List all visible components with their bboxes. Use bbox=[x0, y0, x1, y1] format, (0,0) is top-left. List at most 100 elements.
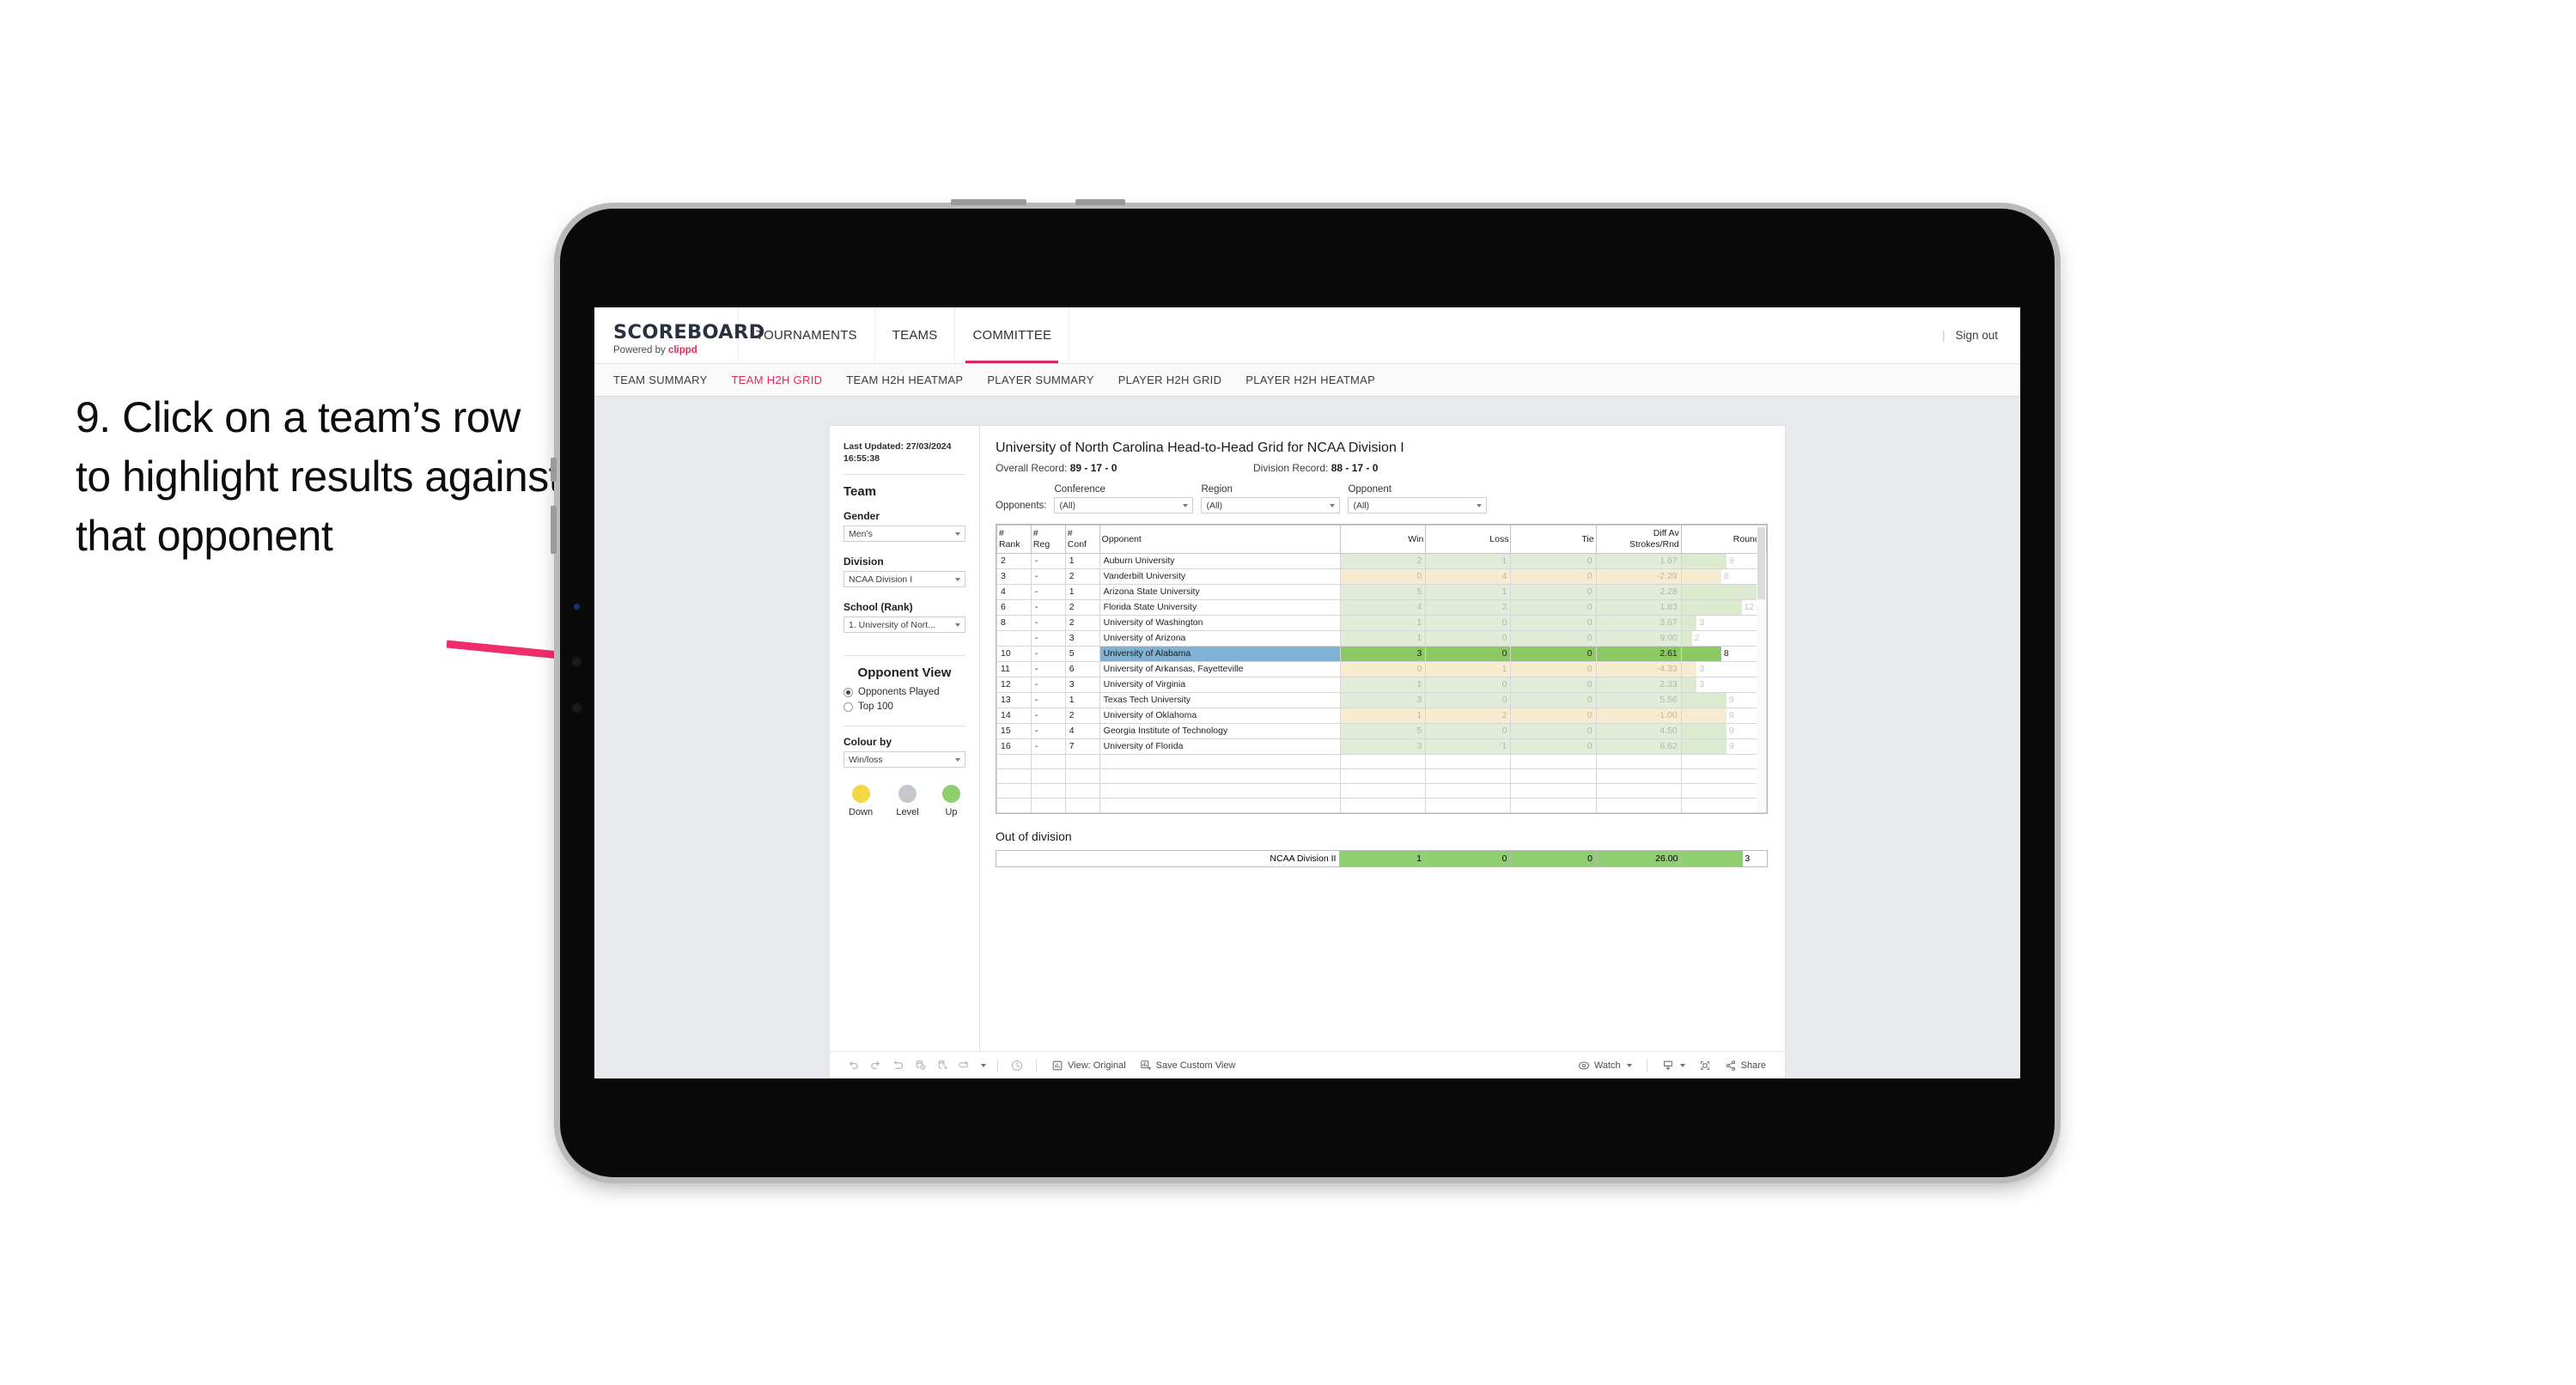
overall-record-value: 89 - 17 - 0 bbox=[1069, 462, 1117, 474]
table-filler-row bbox=[996, 754, 1768, 770]
table-row[interactable]: 2-1 Auburn University 2 1 0 1.67 9 bbox=[996, 553, 1768, 570]
school-select[interactable]: 1. University of Nort... bbox=[843, 617, 965, 634]
rounds-value: 3 bbox=[1699, 679, 1705, 690]
revert-icon[interactable] bbox=[886, 1056, 909, 1075]
rounds-bar bbox=[1682, 708, 1726, 723]
sign-out-link[interactable]: Sign out bbox=[1955, 329, 1998, 342]
cell-conf: 2 bbox=[1064, 615, 1100, 632]
table-row[interactable]: 15-4 Georgia Institute of Technology 5 0 0 4.… bbox=[996, 723, 1768, 740]
rounds-value: 12 bbox=[1744, 602, 1755, 613]
rounds-value: 8 bbox=[1723, 648, 1729, 659]
tab-team-summary[interactable]: TEAM SUMMARY bbox=[613, 374, 708, 386]
cell-rounds: 8 bbox=[1680, 646, 1768, 663]
table-row[interactable]: NCAA Division II 1 0 0 26.00 3 bbox=[995, 850, 1768, 868]
table-vertical-scrollbar[interactable] bbox=[1757, 525, 1766, 813]
secondary-nav: TEAM SUMMARY TEAM H2H GRID TEAM H2H HEAT… bbox=[594, 364, 2020, 397]
tablet-indicator-led bbox=[574, 604, 580, 610]
cell-loss: 0 bbox=[1425, 677, 1512, 694]
toolbar-dropdown-caret[interactable] bbox=[976, 1056, 990, 1075]
tab-player-summary[interactable]: PLAYER SUMMARY bbox=[987, 374, 1093, 386]
viz-body: Last Updated: 27/03/2024 16:55:38 Team G… bbox=[830, 426, 1785, 1051]
brand-logo[interactable]: SCOREBOARD Powered by clippd bbox=[594, 307, 764, 363]
cell-opponent: Georgia Institute of Technology bbox=[1099, 723, 1342, 740]
cell-empty bbox=[996, 754, 1032, 770]
radio-opponents-played[interactable]: Opponents Played bbox=[843, 687, 965, 697]
gender-select[interactable]: Men’s bbox=[843, 525, 965, 543]
table-row[interactable]: 6-2 Florida State University 4 2 0 1.83 12 bbox=[996, 599, 1768, 617]
table-row[interactable]: 4-1Arizona State University5102.2817 bbox=[996, 584, 1768, 601]
filter-region-select[interactable]: (All) bbox=[1201, 497, 1341, 513]
table-row[interactable]: 12-3 University of Virginia 1 0 0 2.33 3 bbox=[996, 677, 1768, 694]
table-row[interactable]: 14-2 University of Oklahoma 1 2 0 -1.00 9 bbox=[996, 708, 1768, 725]
cell-win: 1 bbox=[1340, 630, 1427, 647]
legend-swatch-level bbox=[898, 785, 917, 804]
cell-conf: 1 bbox=[1064, 584, 1100, 601]
watch-label: Watch bbox=[1593, 1060, 1621, 1071]
cell-diff: 3.67 bbox=[1595, 615, 1682, 632]
chevron-down-icon bbox=[981, 1063, 986, 1067]
pause-auto-update-icon[interactable] bbox=[931, 1056, 953, 1075]
radio-top-100[interactable]: Top 100 bbox=[843, 702, 965, 712]
download-button[interactable] bbox=[1655, 1060, 1692, 1072]
division-select[interactable]: NCAA Division I bbox=[843, 571, 965, 588]
cell-opponent: Texas Tech University bbox=[1099, 692, 1342, 709]
rounds-bar bbox=[1682, 600, 1742, 615]
cell-opponent: Vanderbilt University bbox=[1099, 568, 1342, 586]
nav-tournaments[interactable]: TOURNAMENTS bbox=[739, 307, 875, 363]
scrollbar-thumb[interactable] bbox=[1757, 527, 1765, 599]
tab-player-h2h-heatmap[interactable]: PLAYER H2H HEATMAP bbox=[1245, 374, 1375, 386]
cell-win: 1 bbox=[1340, 615, 1427, 632]
watch-button[interactable]: Watch bbox=[1571, 1060, 1639, 1072]
filter-conference-select[interactable]: (All) bbox=[1054, 497, 1194, 513]
viz-canvas-area: Last Updated: 27/03/2024 16:55:38 Team G… bbox=[594, 397, 2020, 1078]
col-rank-line1: # bbox=[999, 528, 1004, 538]
cell-tie: 0 bbox=[1510, 630, 1597, 647]
rounds-value: 9 bbox=[1728, 556, 1734, 567]
redo-icon[interactable] bbox=[864, 1056, 886, 1075]
undo-icon[interactable] bbox=[842, 1056, 864, 1075]
share-button[interactable]: Share bbox=[1718, 1060, 1773, 1072]
tab-team-h2h-grid[interactable]: TEAM H2H GRID bbox=[732, 374, 823, 386]
tablet-top-button-2 bbox=[1075, 199, 1125, 205]
ood-label: NCAA Division II bbox=[995, 850, 1341, 868]
rounds-value: 2 bbox=[1694, 633, 1700, 644]
chevron-down-icon bbox=[955, 532, 960, 536]
fullscreen-button[interactable] bbox=[1692, 1060, 1718, 1072]
cell-rounds: 3 bbox=[1680, 615, 1768, 632]
table-row[interactable]: 8-2 University of Washington 1 0 0 3.67 3 bbox=[996, 615, 1768, 632]
table-row[interactable]: 13-1 Texas Tech University 3 0 0 5.56 9 bbox=[996, 692, 1768, 709]
cell-rounds: 12 bbox=[1680, 599, 1768, 617]
table-row[interactable]: 3-2 Vanderbilt University 0 4 0 -2.29 8 bbox=[996, 568, 1768, 586]
view-original-button[interactable]: View: Original bbox=[1044, 1060, 1133, 1072]
colour-by-value: Win/loss bbox=[849, 754, 883, 765]
cell-rank: 3 bbox=[996, 568, 1032, 586]
school-value: 1. University of Nort... bbox=[849, 619, 935, 630]
table-row[interactable]: 10-5 University of Alabama 3 0 0 2.61 8 bbox=[996, 646, 1768, 663]
rounds-value: 9 bbox=[1728, 710, 1734, 721]
save-custom-view-button[interactable]: Save Custom View bbox=[1133, 1060, 1243, 1072]
table-row[interactable]: 11-6 University of Arkansas, Fayetteville… bbox=[996, 661, 1768, 678]
pause-icon[interactable] bbox=[953, 1056, 976, 1075]
tab-team-h2h-heatmap[interactable]: TEAM H2H HEATMAP bbox=[846, 374, 963, 386]
viz-title: University of North Carolina Head-to-Hea… bbox=[996, 440, 1404, 455]
radio-label: Top 100 bbox=[858, 702, 893, 713]
h2h-grid-table-wrapper: # Rank # Reg # Conf Opponent Win Loss Ti… bbox=[996, 524, 1768, 815]
tab-player-h2h-grid[interactable]: PLAYER H2H GRID bbox=[1118, 374, 1222, 386]
nav-committee[interactable]: COMMITTEE bbox=[955, 307, 1070, 363]
pause-refresh-icon[interactable] bbox=[1006, 1056, 1028, 1075]
filter-opponent-select[interactable]: (All) bbox=[1348, 497, 1488, 513]
colour-by-select[interactable]: Win/loss bbox=[843, 751, 965, 768]
cell-win: 1 bbox=[1340, 677, 1427, 694]
filter-opponent-value: (All) bbox=[1353, 500, 1370, 511]
tablet-top-button bbox=[951, 199, 1026, 205]
table-row[interactable]: -3 University of Arizona 1 0 0 9.00 2 bbox=[996, 630, 1768, 647]
nav-teams[interactable]: TEAMS bbox=[875, 307, 956, 363]
cell-diff: -1.00 bbox=[1595, 708, 1682, 725]
cell-reg: - bbox=[1030, 630, 1066, 647]
col-loss: Loss bbox=[1425, 524, 1512, 555]
cell-opponent: University of Washington bbox=[1099, 615, 1342, 632]
cell-conf: 3 bbox=[1064, 630, 1100, 647]
refresh-data-icon[interactable] bbox=[909, 1056, 931, 1075]
table-row[interactable]: 16-7 University of Florida 3 1 0 6.62 9 bbox=[996, 738, 1768, 756]
cell-empty bbox=[1425, 754, 1512, 770]
